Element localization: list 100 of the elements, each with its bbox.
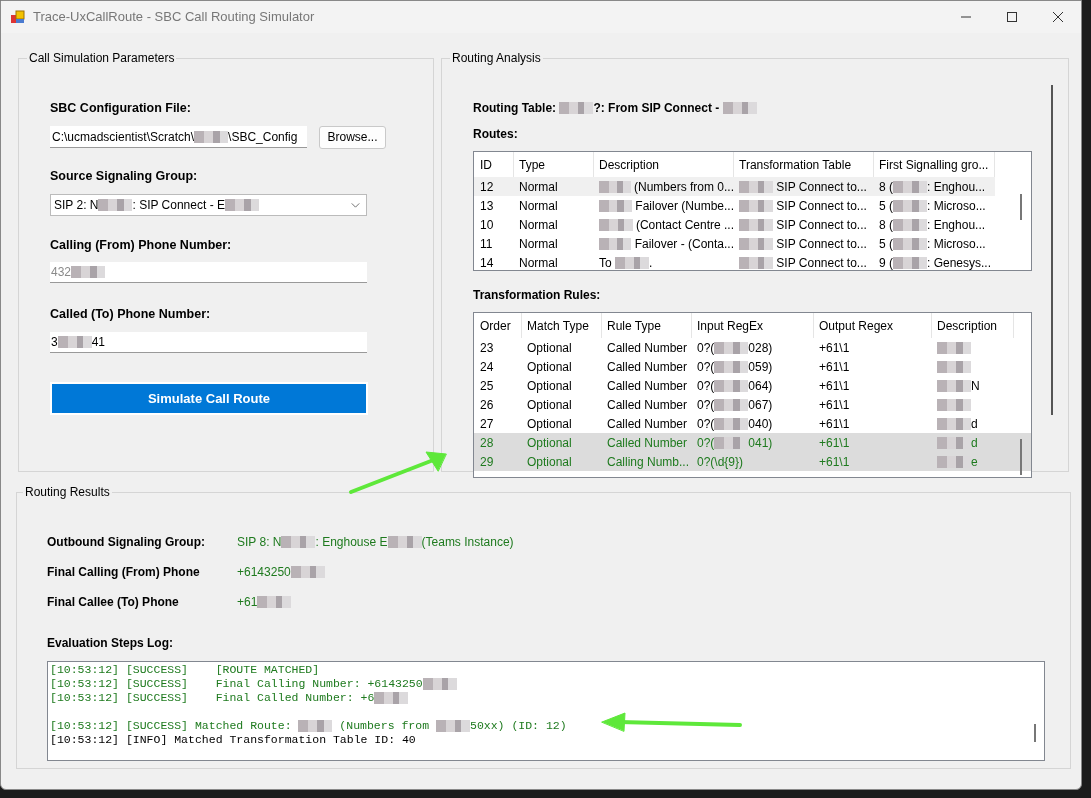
table-cell-text: 27 [479,415,495,433]
result-value: +61 [237,593,292,611]
table-row[interactable]: 25 Optional Called Number 0?( 064) +61\1 N [474,376,1031,395]
table-cell-text: 28 [479,434,495,452]
table-row[interactable]: 27 Optional Called Number 0?( 040) +61\1 d [474,414,1031,433]
table-cell: SIP Connect to... [734,177,874,196]
table-row[interactable]: 29 Optional Calling Numb... 0?(\d{9}) +61\1 e [474,452,1031,471]
table-cell-text: +61\1 [818,339,851,357]
group-title: Routing Analysis [451,50,542,67]
log-line: [10:53:12] [SUCCESS] Matched Route: (Numbers from 50xx) (ID: 12) [50,719,568,733]
log-line: [10:53:12] [SUCCESS] Final Calling Number: +6143250 [50,677,1044,691]
result-value: +6143250 [237,563,325,581]
table-cell-text: Normal [518,197,559,215]
table-row[interactable]: 14 Normal To . SIP Connect to... 9 ( : Genesys... [474,253,1031,270]
table-row[interactable]: 13 Normal Failover (Numbe... SIP Connect to... 5 ( : Microso... [474,196,1031,215]
table-cell-text: Normal [518,216,559,234]
table-cell-text: +61\1 [818,396,851,414]
result-label: Final Calling (From) Phone [47,564,201,581]
group-title: Call Simulation Parameters [28,50,176,67]
column-header[interactable]: Rule Type [602,313,692,338]
table-cell: N [932,376,1014,395]
table-cell-text: 25 [479,377,495,395]
table-cell-text: 9 ( : Genesys... [878,254,993,270]
called-number-field[interactable]: 3 41 [50,332,367,353]
file-path-field[interactable]: C:\ucmadscientist\Scratch\ \SBC_Config [50,126,307,149]
table-cell-text: To . [598,254,654,270]
table-row[interactable]: 23 Optional Called Number 0?( 028) +61\1 [474,338,1031,357]
table-cell-text: Called Number [606,358,689,376]
table-cell-text: 23 [479,339,495,357]
simulate-button[interactable]: Simulate Call Route [50,382,368,415]
section-label: Routes: [473,126,519,143]
log-line: [10:53:12] [SUCCESS] [ROUTE MATCHED] [50,663,321,677]
browse-button[interactable]: Browse... [319,125,386,149]
calling-number-field[interactable]: 432 [50,262,367,284]
chevron-down-icon [351,202,360,208]
scrollbar-thumb[interactable] [1034,724,1036,742]
column-header[interactable]: Output Regex [814,313,932,338]
table-row[interactable]: 12 Normal (Numbers from 0... SIP Connect to... 8 ( : Enghou... [474,177,995,196]
column-header[interactable]: Match Type [522,313,602,338]
maximize-icon [1007,12,1017,22]
table-row[interactable]: 10 Normal (Contact Centre ... SIP Connect to... 8 ( : Enghou... [474,215,1031,234]
table-cell-text: Optional [526,453,573,471]
table-cell-text: 0?( 067) [696,396,774,414]
redacted-text [937,360,971,373]
table-cell-text: 12 [479,178,495,196]
scrollbar-thumb[interactable] [1020,194,1022,220]
table-cell-text: Optional [526,396,573,414]
table-cell-text: 10 [479,216,495,234]
field-label: Source Signaling Group: [50,167,199,185]
scrollbar-thumb[interactable] [1020,439,1022,475]
table-cell: d [932,433,1014,452]
table-cell-text: +61\1 [818,453,851,471]
table-cell-text: Optional [526,377,573,395]
scrollbar-thumb[interactable] [1051,85,1053,415]
column-header[interactable]: Input RegEx [692,313,814,338]
table-cell-text: Called Number [606,339,689,357]
table-cell-text: +61\1 [818,434,851,452]
table-cell-text: 0?( 059) [696,358,774,376]
table-cell: SIP Connect to... [734,215,874,234]
table-cell-text: Calling Numb... [606,453,691,471]
table-row[interactable]: 28 Optional Called Number 0?( 041) +61\1 d [474,433,1031,452]
table-cell-text: 0?( 028) [696,339,774,357]
field-label: Calling (From) Phone Number: [50,236,233,254]
column-header[interactable]: Order [475,313,522,338]
redacted-text [937,398,971,411]
table-cell-text: Normal [518,235,559,253]
table-row[interactable]: 26 Optional Called Number 0?( 067) +61\1 [474,395,1031,414]
result-label: Outbound Signaling Group: [47,534,206,551]
table-cell-text: Called Number [606,434,689,452]
table-cell-text: Called Number [606,396,689,414]
table-cell: Failover - (Conta... [594,234,734,253]
column-header[interactable]: Description [932,313,1014,338]
table-cell-text: 5 ( : Microso... [878,197,987,215]
table-cell-text: 0?( 040) [696,415,774,433]
routing-table-title: Routing Table: ?: From SIP Connect - [473,99,1068,117]
app-icon [11,10,25,24]
table-cell-text: 29 [479,453,495,471]
table-cell-text: 24 [479,358,495,376]
table-cell-text: Optional [526,415,573,433]
table-cell-text: Optional [526,339,573,357]
log-line: [10:53:12] [SUCCESS] Final Called Number: +6 [50,691,1044,705]
signaling-group-dropdown[interactable]: SIP 2: N : SIP Connect - E [50,193,367,216]
table-cell-text: Called Number [606,415,689,433]
table-cell-text: 8 ( : Enghou... [878,216,987,234]
table-cell-text: Normal [518,178,559,196]
table-cell: e [932,452,1014,471]
table-row[interactable]: 24 Optional Called Number 0?( 059) +61\1 [474,357,1031,376]
table-cell-text: 0?(\d{9}) [696,453,745,471]
section-label: Transformation Rules: [473,287,602,304]
result-label: Final Callee (To) Phone [47,594,180,611]
table-cell-text: 26 [479,396,495,414]
table-cell: SIP Connect to... [734,234,874,253]
table-cell: (Contact Centre ... [594,215,734,234]
table-cell-text: Optional [526,434,573,452]
table-cell-text: +61\1 [818,358,851,376]
table-row[interactable]: 11 Normal Failover - (Conta... SIP Connect to... 5 ( : Microso... [474,234,1031,253]
result-value: SIP 8: N : Enghouse E (Teams Instance) [237,534,514,551]
table-cell-text: Optional [526,358,573,376]
log-line: [10:53:12] [INFO] Matched Transformation Table ID: 40 [50,733,417,747]
group-title: Routing Results [24,484,111,501]
